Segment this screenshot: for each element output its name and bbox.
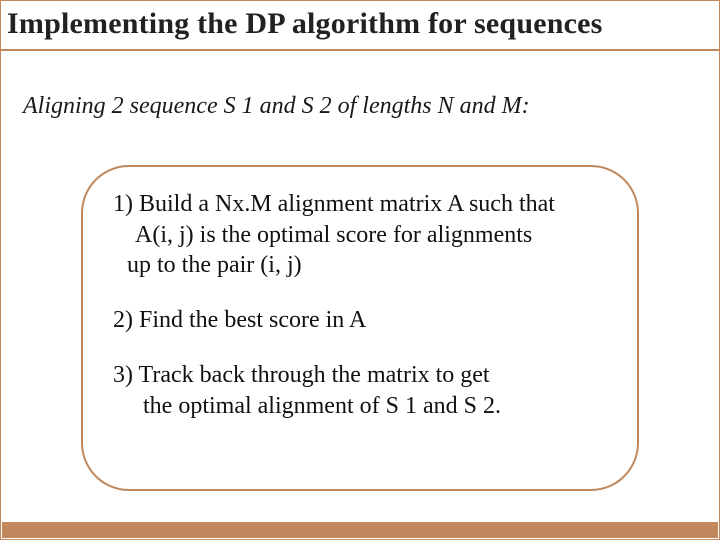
slide-title: Implementing the DP algorithm for sequen…: [7, 7, 715, 41]
step-1: 1) Build a Nx.M alignment matrix A such …: [113, 189, 607, 281]
slide-subtitle: Aligning 2 sequence S 1 and S 2 of lengt…: [23, 93, 719, 120]
step-3-line-2: the optimal alignment of S 1 and S 2.: [113, 391, 607, 422]
step-1-line-2: A(i, j) is the optimal score for alignme…: [113, 220, 607, 251]
steps-box: 1) Build a Nx.M alignment matrix A such …: [81, 165, 639, 491]
step-2-line-1: 2) Find the best score in A: [113, 305, 607, 336]
step-3-line-1: 3) Track back through the matrix to get: [113, 360, 607, 391]
step-2: 2) Find the best score in A: [113, 305, 607, 336]
step-1-line-3: up to the pair (i, j): [113, 250, 607, 281]
bottom-accent-bar: [2, 522, 718, 538]
step-3: 3) Track back through the matrix to get …: [113, 360, 607, 421]
step-1-line-1: 1) Build a Nx.M alignment matrix A such …: [113, 189, 607, 220]
title-region: Implementing the DP algorithm for sequen…: [1, 1, 719, 51]
slide-frame: Implementing the DP algorithm for sequen…: [0, 0, 720, 540]
